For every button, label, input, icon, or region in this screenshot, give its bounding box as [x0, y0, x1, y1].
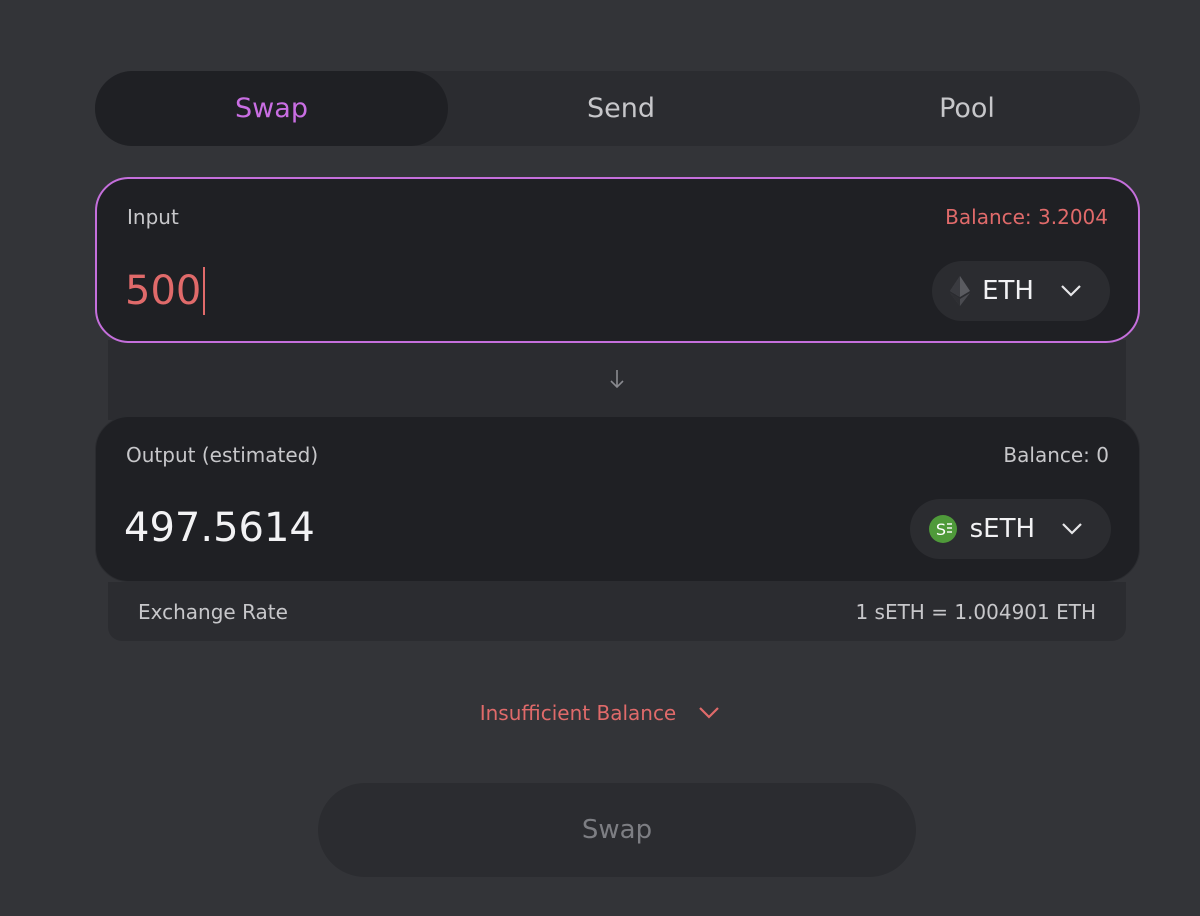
- input-amount-field[interactable]: 500: [125, 267, 206, 315]
- input-panel: Input Balance: 3.2004 500 ETH: [95, 177, 1140, 343]
- swap-button[interactable]: Swap: [318, 783, 916, 877]
- chevron-down-icon: [1061, 522, 1083, 536]
- eth-icon: [950, 276, 971, 306]
- chevron-down-icon: [698, 701, 720, 725]
- output-balance: Balance: 0: [1003, 443, 1109, 467]
- nav-tabs: Swap Send Pool: [95, 71, 1140, 146]
- svg-text:S: S: [936, 520, 946, 539]
- input-amount-value: 500: [125, 268, 202, 314]
- input-token-symbol: ETH: [982, 276, 1034, 306]
- exchange-rate-row: Exchange Rate 1 sETH = 1.004901 ETH: [108, 582, 1126, 641]
- tab-send[interactable]: Send: [448, 71, 794, 146]
- arrow-down-icon: [607, 367, 627, 391]
- exchange-rate-value: 1 sETH = 1.004901 ETH: [855, 600, 1096, 624]
- input-label: Input: [127, 205, 179, 229]
- text-caret: [203, 267, 206, 315]
- swap-page: Swap Send Pool Exchange Rate 1 sETH = 1.…: [0, 0, 1200, 916]
- output-panel: Output (estimated) Balance: 0 497.5614 S…: [95, 416, 1140, 582]
- output-amount-value: 497.5614: [124, 505, 315, 551]
- chevron-down-icon: [1060, 284, 1082, 298]
- tab-swap[interactable]: Swap: [95, 71, 448, 146]
- seth-icon: S: [928, 514, 958, 544]
- input-balance: Balance: 3.2004: [945, 205, 1108, 229]
- output-amount-field[interactable]: 497.5614: [124, 505, 315, 551]
- output-token-symbol: sETH: [969, 514, 1035, 544]
- output-token-select[interactable]: S sETH: [909, 499, 1111, 559]
- insufficient-balance-toggle[interactable]: Insufficient Balance: [0, 698, 1200, 728]
- error-message: Insufficient Balance: [479, 701, 677, 725]
- exchange-rate-label: Exchange Rate: [138, 600, 288, 624]
- input-token-select[interactable]: ETH: [932, 261, 1110, 321]
- tab-pool[interactable]: Pool: [794, 71, 1140, 146]
- output-label: Output (estimated): [126, 443, 319, 467]
